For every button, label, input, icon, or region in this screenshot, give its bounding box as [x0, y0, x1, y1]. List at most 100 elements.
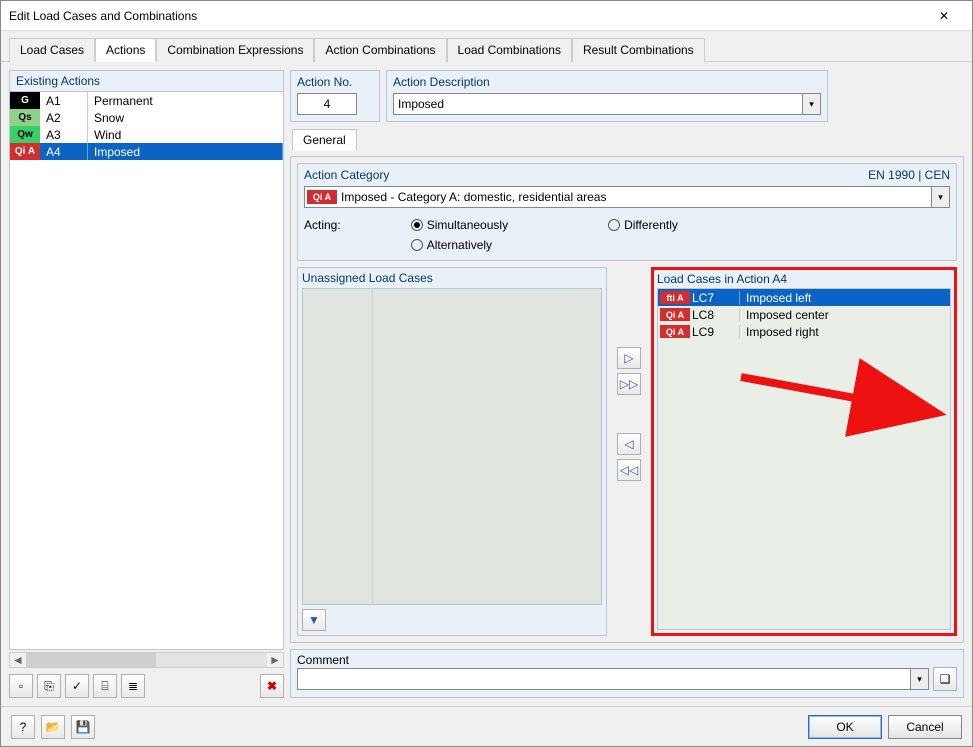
open-icon: 📂: [46, 720, 61, 734]
existing-action-row[interactable]: G A1 Permanent: [10, 92, 283, 109]
category-panel: Action Category EN 1990 | CEN Qi A Impos…: [297, 163, 957, 261]
left-all-icon: ◁◁: [620, 463, 638, 477]
tree-icon: ⌸: [101, 679, 108, 694]
lc-name: Imposed right: [740, 325, 950, 339]
move-right-all-button[interactable]: ▷▷: [617, 373, 641, 395]
radio-differently[interactable]: Differently: [608, 218, 678, 232]
move-left-button[interactable]: ◁: [617, 433, 641, 455]
category-text: Imposed - Category A: domestic, resident…: [337, 190, 931, 204]
scroll-thumb[interactable]: [26, 653, 156, 667]
acting-row: Acting: Simultaneously Differently: [304, 218, 950, 252]
move-buttons: ▷ ▷▷ ◁ ◁◁: [613, 267, 645, 636]
tab-result-combinations[interactable]: Result Combinations: [572, 38, 705, 62]
action-no-panel: Action No.: [290, 70, 380, 122]
comment-label: Comment: [297, 653, 957, 667]
assigned-row[interactable]: Qi A LC8 Imposed center: [658, 306, 950, 323]
existing-action-row[interactable]: Qs A2 Snow: [10, 109, 283, 126]
tab-action-combinations[interactable]: Action Combinations: [314, 38, 446, 62]
tab-actions[interactable]: Actions: [95, 38, 156, 62]
chevron-down-icon[interactable]: ▾: [931, 187, 949, 207]
right-icon: ▷: [624, 351, 633, 365]
assigned-panel-highlighted: Load Cases in Action A4 fti A LC7 Impose…: [651, 267, 957, 636]
left-icon: ◁: [624, 437, 633, 451]
existing-actions-list[interactable]: G A1 Permanent Qs A2 Snow Qw A3 Wind Qi …: [9, 92, 284, 650]
lc-id: LC8: [692, 308, 740, 322]
action-id: A2: [40, 109, 88, 126]
tab-combination-expressions[interactable]: Combination Expressions: [156, 38, 314, 62]
existing-action-row-selected[interactable]: Qi A A4 Imposed: [10, 143, 283, 160]
left-toolbar: ▫ ⎘ ✓ ⌸ ≣ ✖: [9, 674, 284, 698]
lc-tag: fti A: [660, 291, 690, 304]
sub-tabs: General: [290, 129, 964, 151]
category-combo[interactable]: Qi A Imposed - Category A: domestic, res…: [304, 186, 950, 208]
radio-dot-icon: [411, 239, 423, 251]
action-name: Permanent: [88, 92, 283, 109]
close-button[interactable]: ✕: [924, 2, 964, 30]
action-id: A1: [40, 92, 88, 109]
open-button[interactable]: 📂: [41, 715, 65, 739]
right-pane: Action No. Action Description Imposed ▾ …: [290, 70, 964, 698]
move-left-all-button[interactable]: ◁◁: [617, 459, 641, 481]
radio-alternatively[interactable]: Alternatively: [411, 238, 678, 252]
save-button[interactable]: 💾: [71, 715, 95, 739]
action-tag: Qw: [10, 126, 40, 143]
action-desc-label: Action Description: [393, 75, 821, 89]
stack-icon: ❏: [940, 672, 951, 686]
comment-library-button[interactable]: ❏: [933, 667, 957, 691]
action-desc-combo[interactable]: Imposed ▾: [393, 93, 821, 115]
radio-dot-icon: [608, 219, 620, 231]
assigned-row[interactable]: Qi A LC9 Imposed right: [658, 323, 950, 340]
new-action-button[interactable]: ▫: [9, 674, 33, 698]
action-desc-value: Imposed: [398, 97, 444, 111]
spacer: [834, 70, 964, 122]
cancel-button[interactable]: Cancel: [888, 715, 962, 739]
action-tag: Qi A: [10, 143, 40, 160]
chevron-down-icon[interactable]: ▾: [910, 669, 928, 689]
right-all-icon: ▷▷: [620, 377, 638, 391]
ok-button[interactable]: OK: [808, 715, 882, 739]
comment-panel: Comment ▾ ❏: [290, 649, 964, 698]
help-button[interactable]: ?: [11, 715, 35, 739]
unassigned-title: Unassigned Load Cases: [302, 271, 602, 285]
check-action-button[interactable]: ✓: [65, 674, 89, 698]
general-panel: Action Category EN 1990 | CEN Qi A Impos…: [290, 156, 964, 643]
acting-label: Acting:: [304, 218, 341, 232]
chevron-down-icon[interactable]: ▾: [802, 94, 820, 114]
action-no-input[interactable]: [297, 93, 357, 115]
columns-button[interactable]: ≣: [121, 674, 145, 698]
filter-button[interactable]: ▼: [302, 609, 326, 631]
close-icon: ✕: [939, 9, 949, 23]
action-desc-panel: Action Description Imposed ▾: [386, 70, 828, 122]
tab-load-cases[interactable]: Load Cases: [9, 38, 95, 62]
delete-action-button[interactable]: ✖: [260, 674, 284, 698]
scroll-right-icon[interactable]: ►: [267, 653, 283, 667]
lc-tag: Qi A: [660, 308, 690, 321]
lc-id: LC7: [692, 291, 740, 305]
assigned-list[interactable]: fti A LC7 Imposed left Qi A LC8 Imposed …: [657, 288, 951, 630]
tab-load-combinations[interactable]: Load Combinations: [447, 38, 572, 62]
delete-icon: ✖: [267, 679, 277, 693]
hscrollbar[interactable]: ◄ ►: [9, 652, 284, 668]
lc-id: LC9: [692, 325, 740, 339]
action-name: Wind: [88, 126, 283, 143]
action-tag: G: [10, 92, 40, 109]
action-id: A3: [40, 126, 88, 143]
dialog-body: Existing Actions G A1 Permanent Qs A2 Sn…: [1, 62, 972, 706]
subtab-general[interactable]: General: [292, 129, 357, 151]
action-name: Imposed: [88, 143, 283, 160]
scroll-left-icon[interactable]: ◄: [10, 653, 26, 667]
comment-combo[interactable]: ▾: [297, 668, 929, 690]
left-pane: Existing Actions G A1 Permanent Qs A2 Sn…: [9, 70, 284, 698]
window-title: Edit Load Cases and Combinations: [9, 9, 924, 23]
existing-action-row[interactable]: Qw A3 Wind: [10, 126, 283, 143]
tree-button[interactable]: ⌸: [93, 674, 117, 698]
lc-tag: Qi A: [660, 325, 690, 338]
assigned-row-selected[interactable]: fti A LC7 Imposed left: [658, 289, 950, 306]
existing-actions-header: Existing Actions: [9, 70, 284, 92]
dialog-footer: ? 📂 💾 OK Cancel: [1, 706, 972, 746]
radio-simultaneously[interactable]: Simultaneously: [411, 218, 508, 232]
unassigned-list[interactable]: [302, 288, 602, 605]
scroll-track[interactable]: [26, 653, 267, 667]
move-right-button[interactable]: ▷: [617, 347, 641, 369]
copy-action-button[interactable]: ⎘: [37, 674, 61, 698]
